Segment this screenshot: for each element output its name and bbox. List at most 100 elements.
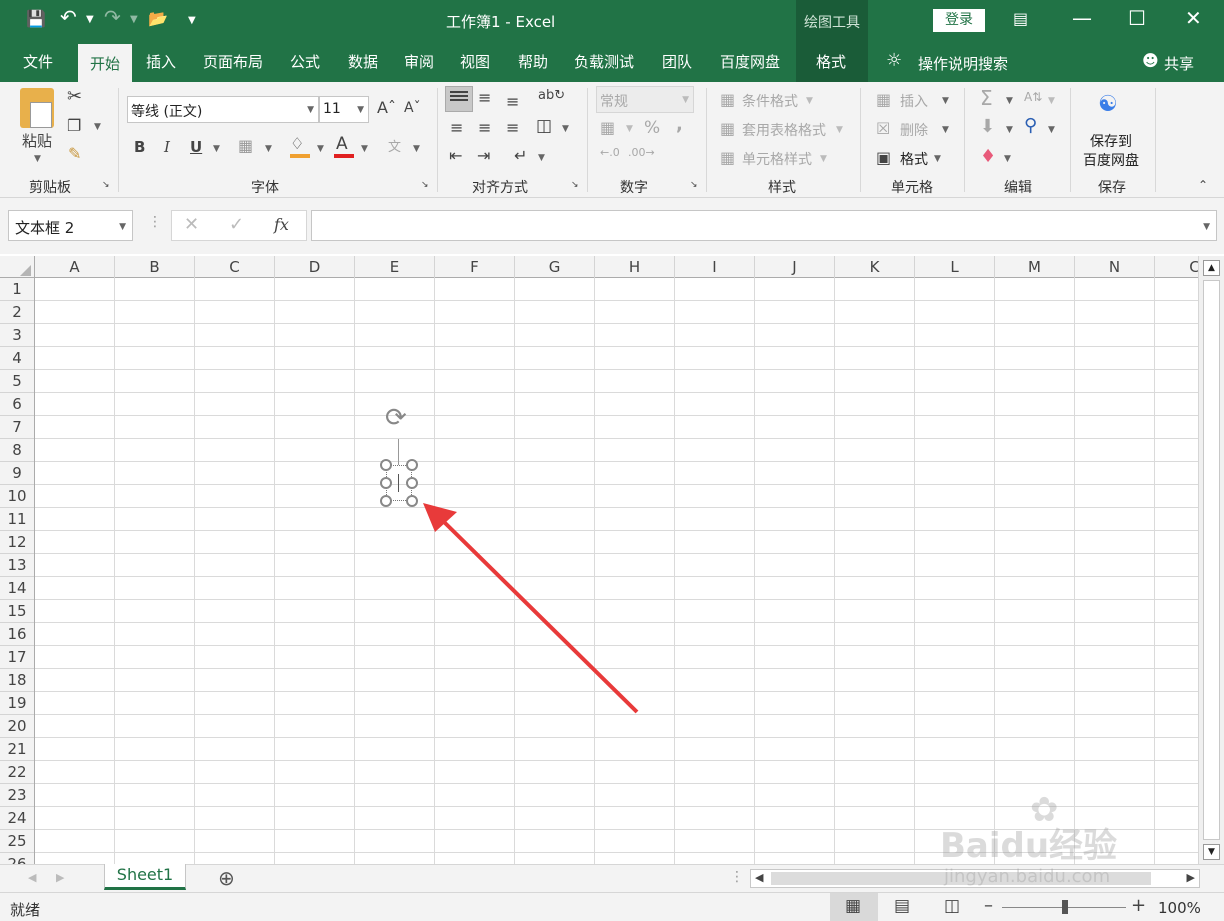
bold-button[interactable]: B [134,138,145,156]
share-icon[interactable]: ☻ [1142,51,1159,70]
sort-filter-icon[interactable]: A⇅ [1024,90,1042,104]
scroll-up-icon[interactable]: ▲ [1203,260,1220,276]
align-left-icon[interactable]: ≡ [450,118,463,137]
tell-me-search[interactable]: 操作说明搜索 [918,53,1008,74]
format-cells-button[interactable]: 格式 [900,149,928,169]
underline-dropdown-icon[interactable]: ▼ [213,144,220,154]
underline-button[interactable]: U [190,138,202,156]
border-dropdown-icon[interactable]: ▼ [265,144,272,154]
tab-format[interactable]: 格式 [808,42,854,82]
wrap-dropdown-icon[interactable]: ▼ [538,153,545,163]
zoom-in-icon[interactable]: + [1131,895,1146,916]
tab-home[interactable]: 开始 [78,44,132,82]
font-launcher-icon[interactable]: ↘ [421,180,429,190]
tab-baidu-netdisk[interactable]: 百度网盘 [712,42,788,82]
find-select-icon[interactable]: ⚲ [1024,115,1037,136]
percent-button[interactable]: % [644,118,660,138]
save-to-label-line2[interactable]: 百度网盘 [1083,150,1139,170]
conditional-format-button[interactable]: 条件格式 [742,91,798,111]
row-header[interactable]: 18 [0,669,34,692]
normal-view-button[interactable]: ▦ [830,893,878,921]
insert-function-button[interactable]: fx [274,215,289,234]
vertical-scrollbar[interactable]: ▲ ▼ [1198,256,1224,864]
fill-color-icon[interactable]: ♢ [290,134,304,153]
column-header[interactable]: B [115,256,195,278]
zoom-slider-thumb[interactable] [1062,900,1068,914]
decrease-font-icon[interactable]: Aˇ [404,100,421,116]
row-header[interactable]: 8 [0,439,34,462]
column-header[interactable]: K [835,256,915,278]
add-sheet-icon[interactable]: ⊕ [218,866,235,890]
row-header[interactable]: 14 [0,577,34,600]
fill-color-dropdown-icon[interactable]: ▼ [317,144,324,154]
tab-review[interactable]: 审阅 [396,42,442,82]
paste-icon[interactable] [20,88,54,128]
column-header[interactable]: I [675,256,755,278]
tab-view[interactable]: 视图 [452,42,498,82]
tab-load-test[interactable]: 负载测试 [566,42,642,82]
maximize-icon[interactable]: ☐ [1128,6,1146,30]
number-format-select[interactable]: 常规 ▼ [596,86,694,113]
page-break-view-icon[interactable]: ◫ [944,896,960,916]
minimize-icon[interactable]: — [1072,6,1092,30]
column-header[interactable]: D [275,256,355,278]
sheet-next-icon[interactable]: ▶ [56,871,64,884]
align-center-icon[interactable]: ≡ [478,118,491,137]
cancel-icon[interactable]: ✕ [184,214,199,235]
increase-font-icon[interactable]: Aˆ [377,98,396,117]
row-header[interactable]: 13 [0,554,34,577]
increase-indent-icon[interactable]: ⇥ [477,146,490,165]
fill-icon[interactable]: ⬇ [980,116,995,137]
tab-data[interactable]: 数据 [340,42,386,82]
row-header[interactable]: 10 [0,485,34,508]
save-to-label-line1[interactable]: 保存到 [1090,131,1132,151]
customize-qat-icon[interactable]: ▼ [188,15,196,26]
border-icon[interactable]: ▦ [238,136,253,155]
row-header[interactable]: 9 [0,462,34,485]
row-header[interactable]: 12 [0,531,34,554]
currency-icon[interactable]: ▦ [600,118,615,137]
increase-decimal-icon[interactable]: ←.0 [600,146,620,159]
row-header[interactable]: 26 [0,853,34,864]
format-painter-icon[interactable]: ✎ [68,144,81,163]
italic-button[interactable]: I [164,138,170,156]
tab-insert[interactable]: 插入 [138,42,184,82]
column-header[interactable]: C [195,256,275,278]
column-header[interactable]: J [755,256,835,278]
decrease-decimal-icon[interactable]: .00→ [628,146,655,159]
orientation-icon[interactable]: ab↻ [538,88,565,103]
autosum-icon[interactable]: Σ [980,86,993,110]
row-header[interactable]: 24 [0,807,34,830]
row-header[interactable]: 4 [0,347,34,370]
align-middle-icon[interactable]: ≡ [478,88,491,107]
font-color-dropdown-icon[interactable]: ▼ [361,144,368,154]
sheet-tab-sheet1[interactable]: Sheet1 [104,864,186,890]
column-header[interactable]: M [995,256,1075,278]
resize-handle-w[interactable] [380,477,392,489]
clear-icon[interactable]: ♦ [980,146,996,167]
column-header[interactable]: E [355,256,435,278]
column-header[interactable]: H [595,256,675,278]
align-bottom-icon[interactable]: ≡ [506,92,519,111]
row-header[interactable]: 20 [0,715,34,738]
vertical-scroll-thumb[interactable] [1203,280,1220,840]
zoom-level[interactable]: 100% [1158,899,1201,917]
tab-help[interactable]: 帮助 [510,42,556,82]
column-header[interactable]: L [915,256,995,278]
share-button[interactable]: 共享 [1164,53,1194,74]
merge-center-icon[interactable]: ◫ [536,116,552,136]
number-launcher-icon[interactable]: ↘ [690,180,698,190]
scroll-right-icon[interactable]: ▶ [1187,871,1195,884]
login-button[interactable]: 登录 [933,9,985,32]
page-layout-view-icon[interactable]: ▤ [894,896,910,916]
wrap-text-icon[interactable]: ↵ [514,146,527,165]
tab-page-layout[interactable]: 页面布局 [196,42,270,82]
insert-cells-button[interactable]: 插入 [900,91,928,111]
row-header[interactable]: 3 [0,324,34,347]
undo-icon[interactable]: ↶ [60,5,77,29]
merge-dropdown-icon[interactable]: ▼ [562,124,569,134]
row-header[interactable]: 7 [0,416,34,439]
split-grip-icon[interactable]: ⋮ [730,869,744,885]
formula-input[interactable]: ▼ [311,210,1217,241]
copy-icon[interactable]: ❐ [67,116,81,135]
